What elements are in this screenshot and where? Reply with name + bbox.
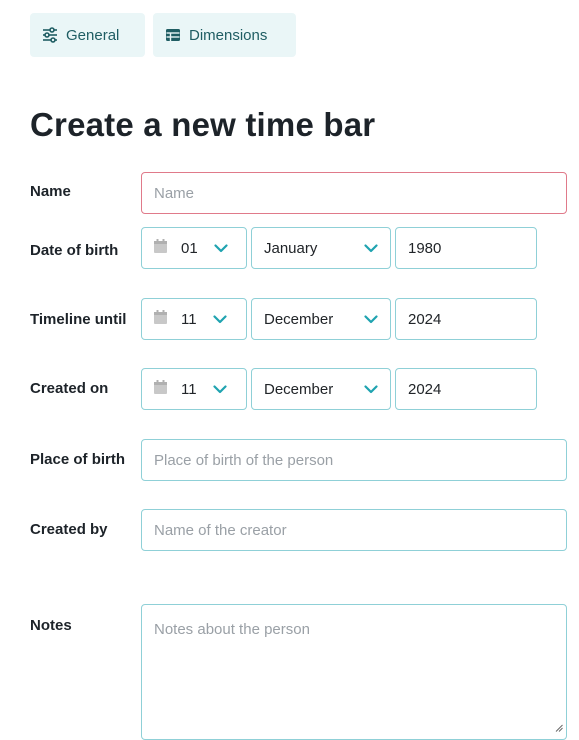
date-of-birth-month-select[interactable]: January	[251, 227, 391, 269]
created-by-label: Created by	[30, 521, 108, 538]
month-value: December	[264, 380, 334, 398]
name-placeholder: Name	[154, 184, 195, 202]
place-of-birth-input[interactable]: Place of birth of the person	[141, 439, 567, 481]
name-input[interactable]: Name	[141, 172, 567, 214]
timeline-until-day-select[interactable]: 11	[141, 298, 247, 340]
tab-general-label: General	[66, 26, 120, 44]
calendar-icon	[154, 239, 167, 257]
day-value: 01	[181, 239, 198, 257]
month-value: January	[264, 239, 318, 257]
chevron-down-icon	[364, 311, 378, 328]
date-of-birth-day-select[interactable]: 01	[141, 227, 247, 269]
created-on-year-input[interactable]: 2024	[395, 368, 537, 410]
calendar-icon	[154, 380, 167, 398]
chevron-down-icon	[212, 311, 227, 328]
chevron-down-icon	[364, 240, 378, 257]
chevron-down-icon	[364, 381, 378, 398]
calendar-icon	[154, 310, 167, 328]
date-of-birth-year-input[interactable]: 1980	[395, 227, 537, 269]
day-value: 11	[181, 380, 197, 398]
day-value: 11	[181, 310, 197, 328]
chevron-down-icon	[214, 240, 228, 257]
timeline-until-label: Timeline until	[30, 311, 127, 328]
tab-general[interactable]: General	[30, 13, 145, 57]
table-icon	[165, 27, 181, 43]
timeline-until-year-input[interactable]: 2024	[395, 298, 537, 340]
page-title: Create a new time bar	[30, 106, 376, 143]
created-on-label: Created on	[30, 380, 109, 397]
tab-dimensions-label: Dimensions	[189, 26, 268, 44]
created-by-input[interactable]: Name of the creator	[141, 509, 567, 551]
notes-label: Notes	[30, 617, 72, 634]
date-of-birth-label: Date of birth	[30, 242, 119, 259]
place-of-birth-placeholder: Place of birth of the person	[154, 451, 334, 469]
year-value: 2024	[408, 310, 442, 328]
month-value: December	[264, 310, 334, 328]
resize-handle-icon[interactable]	[555, 719, 563, 736]
created-on-month-select[interactable]: December	[251, 368, 391, 410]
notes-textarea[interactable]: Notes about the person	[141, 604, 567, 740]
year-value: 1980	[408, 239, 442, 257]
year-value: 2024	[408, 380, 442, 398]
notes-placeholder: Notes about the person	[154, 621, 310, 638]
timeline-until-month-select[interactable]: December	[251, 298, 391, 340]
name-label: Name	[30, 183, 71, 200]
place-of-birth-label: Place of birth	[30, 451, 126, 468]
created-on-day-select[interactable]: 11	[141, 368, 247, 410]
tab-dimensions[interactable]: Dimensions	[153, 13, 296, 57]
sliders-icon	[42, 27, 58, 43]
created-by-placeholder: Name of the creator	[154, 521, 287, 539]
chevron-down-icon	[212, 381, 227, 398]
